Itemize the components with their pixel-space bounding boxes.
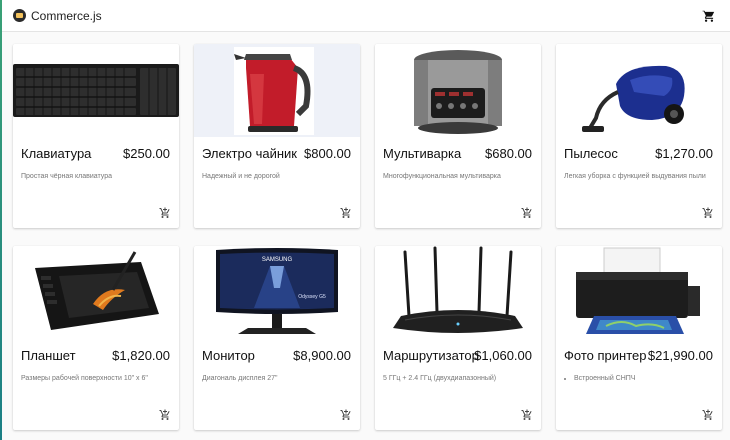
product-description: Многофункциональная мультиварка	[383, 173, 501, 180]
product-card[interactable]: Электро чайник $800.00 Надежный и не дор…	[194, 44, 360, 228]
monitor-image[interactable]: SAMSUNG Odyssey G5	[194, 246, 360, 339]
router-image[interactable]	[375, 246, 541, 339]
product-description: Легкая уборка с функцией выдувания пыли	[564, 173, 706, 180]
monitor-brand-text: SAMSUNG	[262, 257, 293, 263]
product-card[interactable]: Планшет $1,820.00 Размеры рабочей поверх…	[13, 246, 179, 430]
description-bullet-item: Встроенный СНПЧ	[574, 375, 635, 382]
add-to-cart-icon[interactable]	[159, 206, 171, 218]
add-to-cart-icon[interactable]	[159, 408, 171, 420]
add-to-cart-icon[interactable]	[702, 408, 714, 420]
add-to-cart-icon[interactable]	[702, 206, 714, 218]
product-price: $800.00	[304, 146, 351, 161]
product-name[interactable]: Клавиатура	[21, 146, 91, 161]
product-name[interactable]: Маршрутизатор	[383, 348, 479, 363]
brand-title[interactable]: Commerce.js	[31, 9, 102, 23]
product-name[interactable]: Электро чайник	[202, 146, 297, 161]
product-card[interactable]: Пылесос $1,270.00 Легкая уборка с функци…	[556, 44, 722, 228]
photo-printer-image[interactable]	[556, 246, 722, 339]
product-price: $680.00	[485, 146, 532, 161]
product-card[interactable]: SAMSUNG Odyssey G5 Монитор $8,900.00 Диа…	[194, 246, 360, 430]
product-description: Диагональ дисплея 27"	[202, 375, 278, 382]
product-card[interactable]: Фото принтер $21,990.00 Встроенный СНПЧ	[556, 246, 722, 430]
add-to-cart-icon[interactable]	[521, 408, 533, 420]
product-name[interactable]: Планшет	[21, 348, 76, 363]
product-card[interactable]: Мультиварка $680.00 Многофункциональная …	[375, 44, 541, 228]
monitor-model-text: Odyssey G5	[298, 294, 326, 300]
window-edge	[0, 0, 2, 440]
product-name[interactable]: Монитор	[202, 348, 255, 363]
product-name[interactable]: Фото принтер	[564, 348, 646, 363]
product-description: Размеры рабочей поверхности 10" x 6"	[21, 375, 148, 382]
product-price: $8,900.00	[293, 348, 351, 363]
cart-icon[interactable]	[702, 9, 716, 23]
keyboard-image[interactable]	[13, 44, 179, 137]
product-description: Простая чёрная клавиатура	[21, 173, 112, 180]
product-description: Надежный и не дорогой	[202, 173, 280, 180]
graphics-tablet-image[interactable]	[13, 246, 179, 339]
add-to-cart-icon[interactable]	[521, 206, 533, 218]
product-description: Встроенный СНПЧ	[564, 375, 635, 382]
product-description: 5 ГГц + 2.4 ГГц (двухдиапазонный)	[383, 375, 497, 382]
product-price: $1,060.00	[474, 348, 532, 363]
product-name[interactable]: Пылесос	[564, 146, 618, 161]
store-logo-icon[interactable]	[13, 9, 26, 22]
product-card[interactable]: Клавиатура $250.00 Простая чёрная клавиа…	[13, 44, 179, 228]
product-price: $1,270.00	[655, 146, 713, 161]
product-card[interactable]: Маршрутизатор $1,060.00 5 ГГц + 2.4 ГГц …	[375, 246, 541, 430]
product-price: $250.00	[123, 146, 170, 161]
app-bar: Commerce.js	[2, 0, 730, 32]
kettle-image[interactable]	[194, 44, 360, 137]
product-name[interactable]: Мультиварка	[383, 146, 461, 161]
add-to-cart-icon[interactable]	[340, 206, 352, 218]
multicooker-image[interactable]	[375, 44, 541, 137]
add-to-cart-icon[interactable]	[340, 408, 352, 420]
product-price: $21,990.00	[647, 348, 713, 363]
vacuum-image[interactable]	[556, 44, 722, 137]
product-price: $1,820.00	[112, 348, 170, 363]
